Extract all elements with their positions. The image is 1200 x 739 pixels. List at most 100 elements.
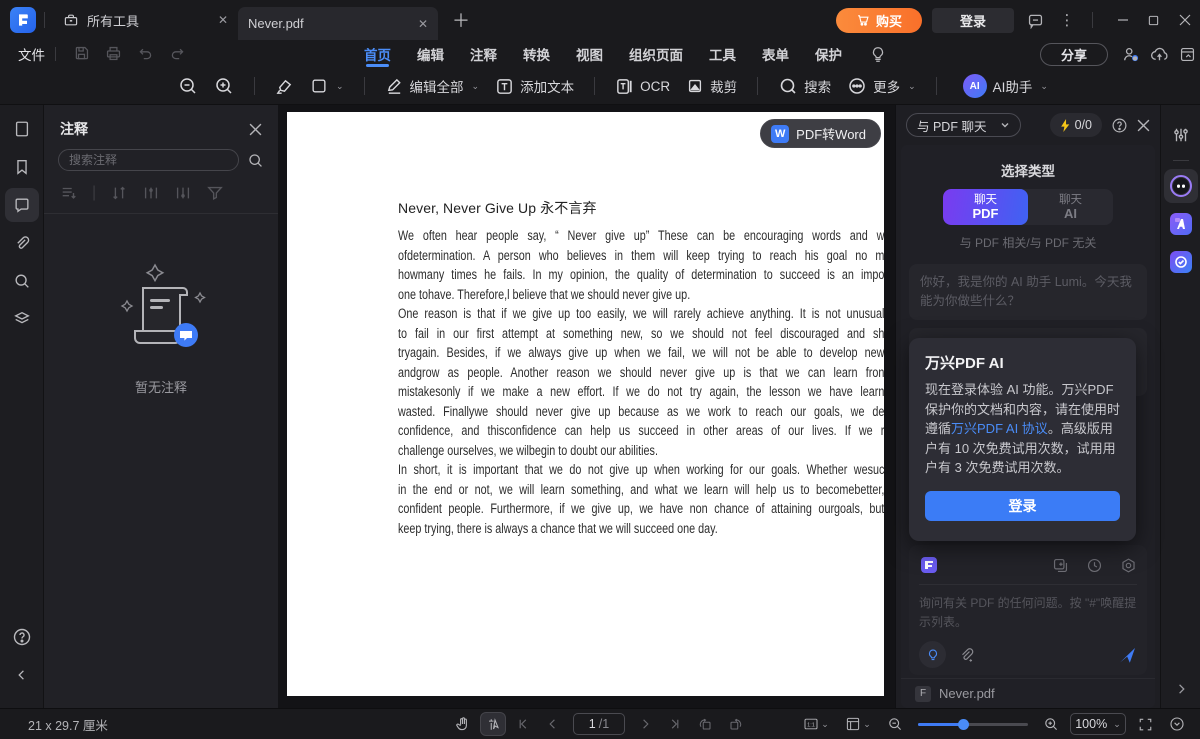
sort-order-icon[interactable] [110, 184, 128, 202]
zoom-out-button[interactable] [882, 712, 908, 736]
layers-icon[interactable] [5, 302, 39, 336]
edit-all-tool[interactable]: 编辑全部⌄ [385, 76, 480, 96]
attach-file-icon[interactable] [958, 646, 975, 663]
menu-tab[interactable]: 表单 [762, 40, 789, 68]
annotations-icon[interactable] [5, 188, 39, 222]
add-text-tool[interactable]: 添加文本 [495, 76, 574, 96]
chat-mode-select[interactable]: 与 PDF 聊天 [906, 113, 1021, 137]
crop-tool[interactable]: 裁剪 [686, 76, 737, 96]
maximize-button[interactable] [1138, 9, 1169, 31]
translate-icon[interactable] [1164, 207, 1198, 241]
collaborate-icon[interactable]: o [1120, 43, 1142, 65]
next-page-button[interactable] [632, 712, 658, 736]
history-icon[interactable] [1086, 557, 1103, 574]
highlighter-tool[interactable] [275, 77, 294, 96]
first-page-button[interactable] [510, 712, 536, 736]
menu-tab[interactable]: 注释 [470, 40, 497, 68]
pdf-to-word-button[interactable]: W PDF转Word [760, 119, 881, 148]
ocr-tool[interactable]: OCR [615, 77, 670, 96]
panel-toggle-icon[interactable] [1176, 43, 1198, 65]
collapse-left-icon[interactable] [5, 658, 39, 692]
close-button[interactable] [1169, 9, 1200, 31]
rotate-left-button[interactable] [692, 712, 718, 736]
menu-tab[interactable]: 首页 [364, 40, 391, 68]
ai-agreement-link[interactable]: 万兴PDF AI 协议 [951, 421, 1048, 436]
search-tool[interactable]: 搜索 [778, 76, 831, 96]
save-icon[interactable] [73, 45, 91, 63]
help-icon[interactable] [5, 620, 39, 654]
properties-icon[interactable] [1164, 118, 1198, 152]
settings-icon[interactable] [1120, 557, 1137, 574]
panel-close-icon[interactable] [249, 123, 262, 136]
bookmarks-icon[interactable] [5, 150, 39, 184]
new-tab-button[interactable]: ＋ [452, 7, 470, 33]
new-chat-icon[interactable] [1052, 557, 1069, 574]
tab-all-tools[interactable]: 所有工具 ✕ [53, 0, 238, 40]
search-icon[interactable] [247, 152, 264, 169]
vertical-scrollbar[interactable] [884, 105, 895, 708]
chat-ai-tab[interactable]: 聊天 AI [1028, 189, 1113, 225]
menu-file[interactable]: 文件 [18, 44, 45, 64]
hand-tool[interactable] [450, 712, 476, 736]
cloud-upload-icon[interactable] [1148, 43, 1170, 65]
current-file-row[interactable]: F Never.pdf [901, 678, 1155, 708]
menu-tab[interactable]: 保护 [815, 40, 842, 68]
pdf-page[interactable]: Never, Never Give Up 永不言弃 We often hear … [287, 112, 895, 708]
horizontal-scrollbar[interactable] [278, 696, 895, 708]
zoom-slider-knob[interactable] [958, 719, 969, 730]
menu-tab[interactable]: 转换 [523, 40, 550, 68]
chat-input-area[interactable]: 询问有关 PDF 的任何问题。按 "#"唤醒提示列表。 [909, 545, 1147, 675]
menu-tab[interactable]: 视图 [576, 40, 603, 68]
shape-tool[interactable]: ⌄ [310, 77, 344, 95]
search-panel-icon[interactable] [5, 264, 39, 298]
thumbnails-icon[interactable] [5, 112, 39, 146]
print-icon[interactable] [105, 45, 123, 63]
more-status-button[interactable] [1164, 712, 1190, 736]
more-menu-icon[interactable]: ⋮ [1056, 9, 1078, 31]
page-number-box[interactable]: 1 /1 [573, 713, 625, 735]
annotation-search-input[interactable] [58, 149, 239, 171]
chat-pdf-tab[interactable]: 聊天 PDF [943, 189, 1028, 225]
tab-never-pdf-close-icon[interactable]: ✕ [418, 17, 428, 31]
share-button[interactable]: 分享 [1040, 43, 1108, 66]
minimize-button[interactable] [1107, 9, 1138, 31]
close-panel-icon[interactable] [1137, 119, 1150, 132]
buy-button[interactable]: 购买 [836, 8, 922, 33]
login-button[interactable]: 登录 [932, 8, 1014, 33]
zoom-out-tool[interactable] [178, 76, 198, 96]
help-circle-icon[interactable] [1111, 117, 1128, 134]
undo-icon[interactable] [137, 45, 155, 63]
feedback-icon[interactable] [1024, 9, 1046, 31]
page-sort-icon[interactable] [142, 184, 160, 202]
more-tools[interactable]: 更多⌄ [847, 76, 916, 96]
rotate-right-button[interactable] [722, 712, 748, 736]
zoom-level-box[interactable]: 100% ⌄ [1070, 713, 1126, 735]
sort-list-icon[interactable] [60, 184, 78, 202]
actual-size-button[interactable]: 1:1 ⌄ [798, 712, 834, 736]
ai-chat-icon[interactable] [1164, 169, 1198, 203]
prev-page-button[interactable] [540, 712, 566, 736]
ai-assistant-tool[interactable]: AI AI助手⌄ [963, 74, 1048, 98]
tasks-icon[interactable] [1164, 245, 1198, 279]
idea-bulb-icon[interactable] [869, 45, 887, 63]
app-logo-icon[interactable] [10, 7, 36, 33]
fullscreen-button[interactable] [1132, 712, 1158, 736]
tab-all-tools-close-icon[interactable]: ✕ [218, 13, 228, 27]
menu-tab[interactable]: 工具 [709, 40, 736, 68]
author-sort-icon[interactable] [174, 184, 192, 202]
select-tool[interactable] [480, 712, 506, 736]
send-icon[interactable] [1117, 645, 1137, 665]
popup-login-button[interactable]: 登录 [925, 491, 1120, 521]
last-page-button[interactable] [662, 712, 688, 736]
menu-tab[interactable]: 组织页面 [629, 40, 683, 68]
attachments-icon[interactable] [5, 226, 39, 260]
collapse-right-icon[interactable] [1174, 682, 1188, 696]
menu-tab[interactable]: 编辑 [417, 40, 444, 68]
prompt-bulb-icon[interactable] [919, 641, 946, 668]
redo-icon[interactable] [169, 45, 187, 63]
pdf-viewer[interactable]: Never, Never Give Up 永不言弃 We often hear … [278, 105, 895, 708]
zoom-in-button[interactable] [1038, 712, 1064, 736]
zoom-slider[interactable] [918, 723, 1028, 726]
tab-never-pdf[interactable]: Never.pdf ✕ [238, 7, 438, 40]
zoom-in-tool[interactable] [214, 76, 234, 96]
